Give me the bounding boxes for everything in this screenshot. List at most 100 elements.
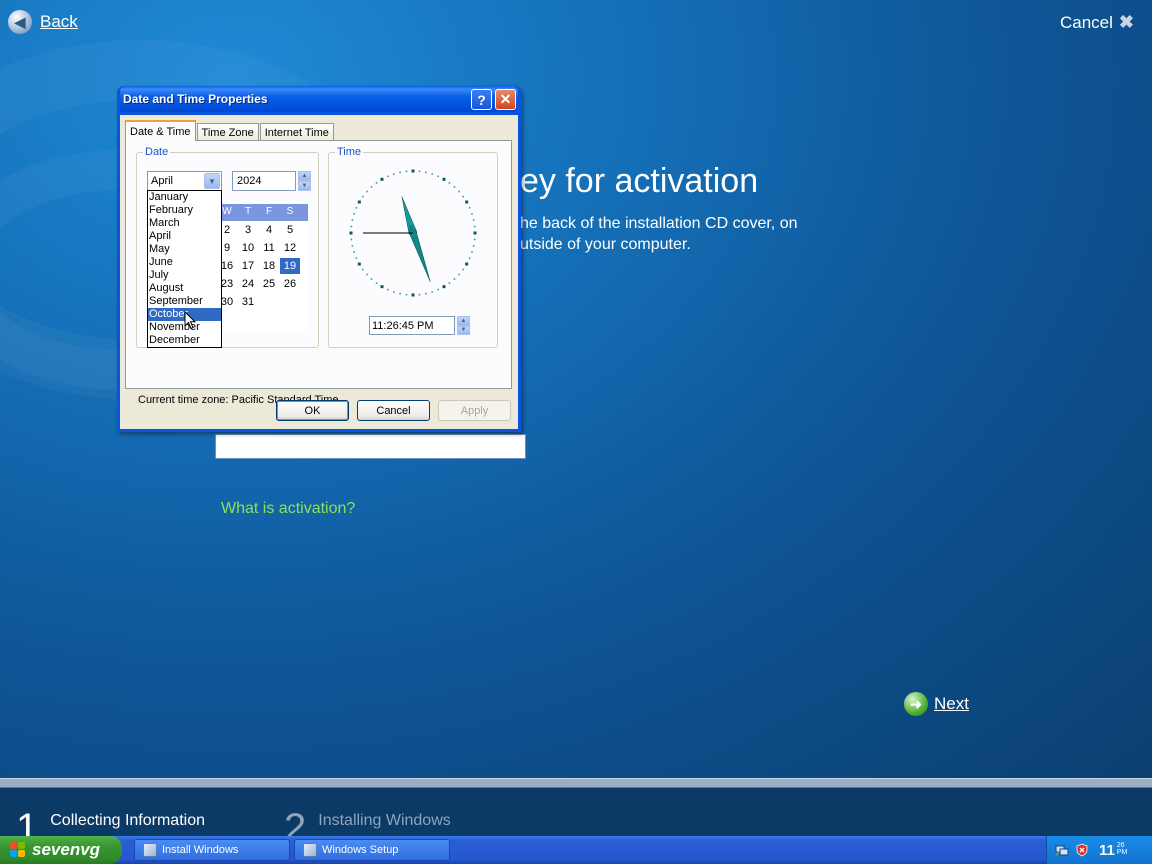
year-field[interactable]: 2024 (232, 171, 296, 191)
calendar-day[interactable]: 24 (238, 276, 258, 292)
calendar-day[interactable]: 10 (238, 240, 258, 256)
month-dropdown[interactable]: April ▼ (147, 171, 222, 191)
clock-tick (350, 225, 353, 228)
weekday-header: S (286, 206, 294, 217)
taskbar-item-install-windows[interactable]: Install Windows (134, 839, 290, 861)
calendar-day[interactable]: 25 (259, 276, 279, 292)
taskbar: sevenvg Install Windows Windows Setup 11… (0, 836, 1152, 864)
weekday-header: F (265, 206, 273, 217)
ok-button[interactable]: OK (276, 400, 349, 421)
clock-tick (472, 219, 475, 221)
dialog-title: Date and Time Properties (123, 92, 268, 106)
clock-tick (399, 171, 401, 174)
page-heading: ey for activation (520, 162, 759, 200)
setup-window-icon (143, 843, 157, 857)
time-value: 11:26:45 PM (372, 319, 434, 332)
clock-tick (386, 175, 389, 178)
tab-date-time[interactable]: Date & Time (125, 120, 196, 141)
close-button[interactable]: ✕ (495, 89, 516, 110)
month-option[interactable]: June (148, 256, 221, 269)
clock-ampm: PM (1116, 848, 1128, 856)
spin-down-icon[interactable]: ▼ (457, 325, 470, 335)
clock-tick (453, 186, 456, 188)
mouse-cursor-icon (184, 311, 196, 330)
task-label: Install Windows (162, 844, 239, 856)
network-icon[interactable] (1055, 843, 1069, 857)
clock-tick (473, 231, 477, 235)
calendar-day[interactable]: 12 (280, 240, 300, 256)
month-option[interactable]: February (148, 204, 221, 217)
clock-tick (405, 293, 408, 296)
clock-tick (405, 170, 408, 173)
clock-tick (425, 292, 427, 295)
start-button[interactable]: sevenvg (0, 836, 122, 864)
tab-time-zone[interactable]: Time Zone (196, 123, 259, 141)
clock-tick (351, 245, 354, 247)
clock-tick (380, 285, 384, 289)
tab-internet-time[interactable]: Internet Time (259, 123, 334, 141)
month-option[interactable]: May (148, 243, 221, 256)
next-button[interactable]: ➜ Next (904, 692, 969, 716)
tab-strip: Date & Time Time Zone Internet Time (125, 120, 335, 141)
apply-button[interactable]: Apply (438, 400, 511, 421)
windows-flag-icon (10, 842, 26, 858)
tray-clock[interactable]: 11 26 PM (1099, 842, 1127, 859)
what-is-activation-link[interactable]: What is activation? (221, 500, 355, 518)
clock-tick (471, 251, 473, 253)
progress-strip (0, 778, 1152, 788)
month-option[interactable]: January (148, 191, 221, 204)
description-line: he back of the installation CD cover, on (520, 215, 798, 232)
calendar-day[interactable]: 19 (280, 258, 300, 274)
setup-window-icon (303, 843, 317, 857)
clock-tick (375, 282, 378, 284)
calendar-day[interactable]: 11 (259, 240, 279, 256)
clock-tick (418, 170, 421, 173)
spin-up-icon[interactable]: ▲ (457, 316, 470, 326)
dialog-cancel-button[interactable]: Cancel (357, 400, 430, 421)
page-description: he back of the installation CD cover, on… (520, 213, 850, 255)
clock-tick (349, 231, 353, 235)
month-option[interactable]: August (148, 282, 221, 295)
clock-tick (448, 182, 451, 184)
year-spinner: ▲ ▼ (298, 171, 311, 191)
spin-up-icon[interactable]: ▲ (298, 171, 311, 181)
month-option[interactable]: April (148, 230, 221, 243)
product-key-input[interactable] (215, 434, 526, 459)
chevron-down-icon[interactable]: ▼ (204, 173, 220, 189)
help-button[interactable]: ? (471, 89, 492, 110)
year-value: 2024 (237, 175, 262, 187)
clock-tick (471, 213, 473, 215)
month-option[interactable]: March (148, 217, 221, 230)
minute-hand (409, 224, 431, 283)
next-arrow-icon: ➜ (904, 692, 928, 716)
taskbar-item-windows-setup[interactable]: Windows Setup (294, 839, 450, 861)
dialog-titlebar[interactable]: Date and Time Properties ? ✕ (120, 86, 518, 112)
month-option[interactable]: July (148, 269, 221, 282)
clock-tick (473, 238, 476, 241)
calendar-day[interactable]: 3 (238, 222, 258, 238)
calendar-day[interactable]: 31 (238, 294, 258, 310)
calendar-day[interactable]: 5 (280, 222, 300, 238)
clock-tick (393, 173, 395, 175)
clock-hour: 11 (1099, 841, 1115, 859)
clock-tick (431, 291, 433, 293)
analog-clock (349, 169, 477, 297)
cancel-setup-button[interactable]: Cancel ✖ (1060, 12, 1134, 33)
back-arrow-icon: ◀ (8, 10, 32, 34)
security-shield-icon[interactable] (1075, 843, 1089, 857)
clock-tick (437, 175, 440, 178)
calendar-day[interactable]: 17 (238, 258, 258, 274)
clock-tick (386, 288, 389, 291)
clock-tick (411, 293, 415, 297)
clock-tick (437, 288, 440, 291)
calendar-day[interactable]: 4 (259, 222, 279, 238)
time-field[interactable]: 11:26:45 PM (369, 316, 455, 335)
calendar-day[interactable]: 26 (280, 276, 300, 292)
month-option[interactable]: September (148, 295, 221, 308)
spin-down-icon[interactable]: ▼ (298, 181, 311, 191)
clock-tick (448, 282, 451, 284)
back-button[interactable]: ◀ Back (8, 10, 78, 34)
clock-tick (442, 285, 446, 289)
month-option[interactable]: December (148, 334, 221, 347)
calendar-day[interactable]: 18 (259, 258, 279, 274)
